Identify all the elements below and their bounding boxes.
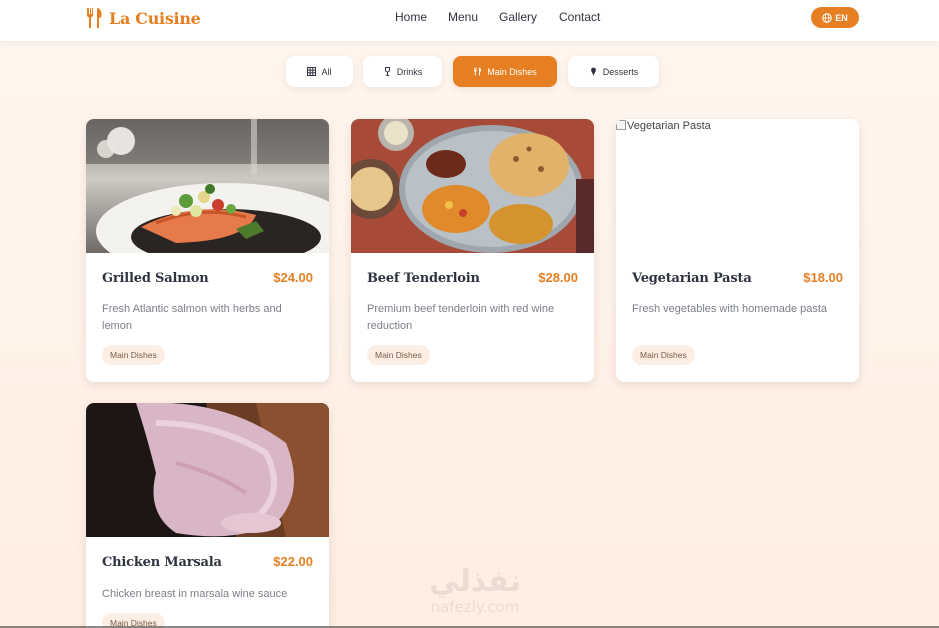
menu-card-grilled-salmon[interactable]: Grilled Salmon $24.00 Fresh Atlantic sal… (86, 119, 329, 382)
filter-tab-all[interactable]: All (286, 56, 353, 87)
menu-card-vegetarian-pasta[interactable]: Vegetarian Pasta Vegetarian Pasta $18.00… (616, 119, 859, 382)
dish-price: $22.00 (273, 554, 313, 569)
filter-label: Desserts (602, 66, 639, 77)
image-alt-text: Vegetarian Pasta (627, 120, 711, 132)
watermark-arabic: نفذلي (429, 564, 521, 599)
dish-photo (86, 119, 329, 253)
filter-tab-drinks[interactable]: Drinks (363, 56, 442, 87)
filter-label: Main Dishes (487, 66, 537, 77)
dish-description: Fresh Atlantic salmon with herbs and lem… (102, 303, 282, 332)
grid-icon (307, 67, 317, 76)
filter-label: Drinks (396, 66, 423, 77)
dish-description: Fresh vegetables with homemade pasta (632, 303, 828, 315)
wine-glass-icon (384, 67, 390, 76)
nav-link-menu[interactable]: Menu (448, 10, 478, 24)
watermark-latin: nafezly.com (430, 598, 520, 616)
dish-description: Chicken breast in marsala wine sauce (102, 588, 288, 600)
utensils-icon (87, 8, 102, 28)
category-badge: Main Dishes (367, 345, 430, 365)
dish-photo (86, 403, 329, 537)
filter-tab-desserts[interactable]: Desserts (568, 56, 659, 87)
filter-tab-main-dishes[interactable]: Main Dishes (453, 56, 557, 87)
dish-description: Premium beef tenderloin with red wine re… (367, 303, 555, 332)
dish-photo-broken: Vegetarian Pasta (616, 119, 859, 253)
nav-link-gallery[interactable]: Gallery (499, 10, 537, 24)
menu-card-chicken-marsala[interactable]: Chicken Marsala $22.00 Chicken breast in… (86, 403, 329, 628)
language-button[interactable]: EN (811, 7, 859, 28)
dish-name: Vegetarian Pasta (632, 271, 752, 286)
dish-price: $28.00 (538, 270, 578, 285)
dish-name: Grilled Salmon (102, 271, 209, 286)
nav-link-home[interactable]: Home (395, 10, 427, 24)
brand-logo[interactable]: La Cuisine (85, 7, 201, 29)
ice-cream-icon (590, 67, 596, 76)
broken-image-icon (616, 120, 626, 130)
utensils-icon (474, 67, 482, 76)
navbar: La Cuisine Home Menu Gallery Contact EN (0, 0, 939, 41)
category-badge: Main Dishes (632, 345, 695, 365)
watermark: نفذلي nafezly.com (410, 566, 540, 628)
dish-name: Beef Tenderloin (367, 271, 480, 286)
brand-name: La Cuisine (109, 8, 201, 28)
category-badge: Main Dishes (102, 345, 165, 365)
menu-card-beef-tenderloin[interactable]: Beef Tenderloin $28.00 Premium beef tend… (351, 119, 594, 382)
dish-price: $18.00 (803, 270, 843, 285)
language-label: EN (835, 12, 848, 23)
nav-link-contact[interactable]: Contact (559, 10, 600, 24)
filter-label: All (321, 66, 332, 77)
globe-icon (822, 12, 833, 23)
dish-name: Chicken Marsala (102, 555, 222, 570)
dish-price: $24.00 (273, 270, 313, 285)
dish-photo (351, 119, 594, 253)
